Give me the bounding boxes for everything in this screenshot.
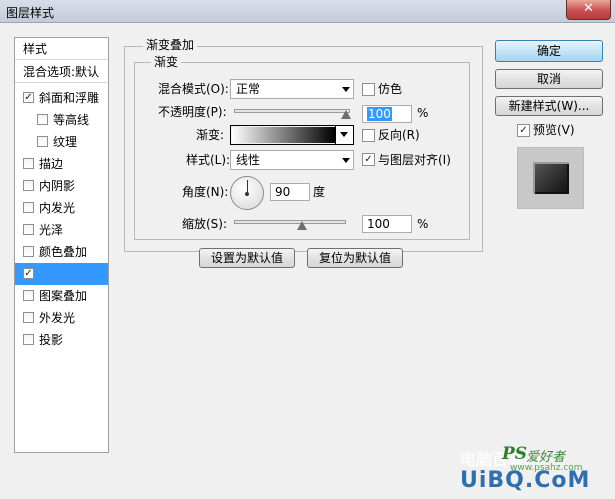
style-list-header[interactable]: 样式 bbox=[15, 38, 108, 60]
scale-slider-thumb[interactable] bbox=[297, 221, 307, 230]
angle-label: 角度(N): bbox=[182, 185, 229, 199]
style-list-item[interactable]: 纹理 bbox=[15, 131, 108, 153]
scale-input[interactable]: 100 bbox=[362, 215, 412, 233]
style-list-item[interactable]: 等高线 bbox=[15, 109, 108, 131]
style-list-item[interactable]: 外发光 bbox=[15, 307, 108, 329]
style-list-item-label: 图案叠加 bbox=[39, 289, 88, 303]
style-list-item-label: 外发光 bbox=[39, 311, 76, 325]
opacity-slider[interactable] bbox=[234, 109, 350, 113]
opacity-label: 不透明度(P): bbox=[158, 105, 227, 119]
style-checkbox[interactable] bbox=[23, 180, 34, 191]
angle-unit: 度 bbox=[313, 185, 326, 199]
gradient-style-select[interactable]: 线性 bbox=[230, 150, 354, 170]
opacity-slider-thumb[interactable] bbox=[341, 110, 351, 119]
style-checkbox[interactable]: ✓ bbox=[23, 268, 34, 279]
preview-label: 预览(V) bbox=[533, 123, 575, 137]
opacity-input[interactable]: 100 bbox=[362, 105, 412, 123]
style-checkbox[interactable] bbox=[23, 246, 34, 257]
gradient-preview[interactable] bbox=[232, 127, 335, 143]
make-default-button[interactable]: 设置为默认值 bbox=[199, 248, 295, 268]
close-button[interactable]: ✕ bbox=[566, 0, 611, 20]
watermark: 电脑百事网 PS 爱好者 www.psahz.com UiBQ.CoM bbox=[440, 440, 615, 499]
title-bar: 图层样式 ✕ bbox=[0, 0, 615, 23]
reset-default-button[interactable]: 复位为默认值 bbox=[307, 248, 403, 268]
style-list-item-label: 内阴影 bbox=[39, 179, 76, 193]
ok-button[interactable]: 确定 bbox=[495, 40, 603, 62]
style-list-item[interactable]: 内发光 bbox=[15, 197, 108, 219]
style-checkbox[interactable] bbox=[23, 312, 34, 323]
style-checkbox[interactable] bbox=[37, 136, 48, 147]
align-with-layer-checkbox[interactable]: ✓ bbox=[362, 153, 375, 166]
style-list-item-label: 纹理 bbox=[53, 135, 78, 149]
watermark-uibq: UiBQ.CoM bbox=[460, 468, 591, 493]
cancel-button[interactable]: 取消 bbox=[495, 69, 603, 89]
style-list-item-label: 颜色叠加 bbox=[39, 245, 88, 259]
style-list-item-label: 等高线 bbox=[53, 113, 90, 127]
style-checkbox[interactable] bbox=[37, 114, 48, 125]
blend-mode-select[interactable]: 正常 bbox=[230, 79, 354, 99]
style-list-item[interactable]: 颜色叠加 bbox=[15, 241, 108, 263]
gradient-overlay-title: 渐变叠加 bbox=[143, 38, 198, 52]
style-checkbox[interactable] bbox=[23, 334, 34, 345]
style-checkbox[interactable] bbox=[23, 158, 34, 169]
scale-label: 缩放(S): bbox=[182, 217, 228, 231]
preview-checkbox[interactable]: ✓ bbox=[517, 124, 530, 137]
gradient-label: 渐变: bbox=[196, 128, 225, 142]
scale-unit: % bbox=[417, 217, 429, 231]
blend-options-item[interactable]: 混合选项:默认 bbox=[15, 61, 108, 83]
blend-mode-label: 混合模式(O): bbox=[158, 82, 229, 96]
reverse-label: 反向(R) bbox=[378, 128, 420, 142]
gradient-style-value: 线性 bbox=[236, 153, 261, 167]
style-list-item[interactable]: 描边 bbox=[15, 153, 108, 175]
close-icon[interactable]: ✕ bbox=[583, 1, 594, 16]
style-label: 样式(L): bbox=[186, 153, 231, 167]
angle-dial[interactable] bbox=[230, 176, 264, 210]
style-checkbox[interactable] bbox=[23, 224, 34, 235]
gradient-subgroup-title: 渐变 bbox=[151, 55, 182, 69]
style-checkbox[interactable]: ✓ bbox=[23, 92, 34, 103]
reverse-checkbox[interactable] bbox=[362, 129, 375, 142]
style-list-item-label: 描边 bbox=[39, 157, 64, 171]
window-title: 图层样式 bbox=[6, 6, 55, 20]
angle-input[interactable]: 90 bbox=[270, 183, 310, 201]
dither-label: 仿色 bbox=[378, 82, 403, 96]
style-list-item-label: 投影 bbox=[39, 333, 64, 347]
style-list-item-label: 斜面和浮雕 bbox=[39, 91, 100, 105]
style-list-item[interactable]: 内阴影 bbox=[15, 175, 108, 197]
style-preview bbox=[517, 147, 584, 209]
new-style-button[interactable]: 新建样式(W)... bbox=[495, 96, 603, 116]
style-list-item[interactable]: 图案叠加 bbox=[15, 285, 108, 307]
style-list: 样式 混合选项:默认 ✓ 斜面和浮雕等高线纹理描边内阴影内发光光泽颜色叠加 ✓ 图案叠… bbox=[14, 37, 109, 453]
style-list-item[interactable]: 光泽 bbox=[15, 219, 108, 241]
gradient-dropdown-icon[interactable] bbox=[335, 126, 353, 144]
gradient-picker[interactable] bbox=[230, 125, 354, 145]
style-list-item-label: 光泽 bbox=[39, 223, 64, 237]
style-list-item[interactable]: ✓ bbox=[15, 263, 108, 285]
preview-swatch bbox=[533, 162, 569, 194]
chevron-down-icon bbox=[342, 158, 350, 163]
align-with-layer-label: 与图层对齐(I) bbox=[378, 153, 451, 167]
blend-mode-value: 正常 bbox=[236, 82, 261, 96]
dither-checkbox[interactable] bbox=[362, 83, 375, 96]
chevron-down-icon bbox=[342, 87, 350, 92]
style-list-item-label: 内发光 bbox=[39, 201, 76, 215]
scale-slider[interactable] bbox=[234, 220, 346, 224]
style-list-item[interactable]: 投影 bbox=[15, 329, 108, 351]
watermark-ps-logo: PS bbox=[502, 444, 528, 464]
style-list-item[interactable]: ✓ 斜面和浮雕 bbox=[15, 87, 108, 109]
style-checkbox[interactable] bbox=[23, 202, 34, 213]
style-checkbox[interactable] bbox=[23, 290, 34, 301]
opacity-unit: % bbox=[417, 106, 429, 120]
